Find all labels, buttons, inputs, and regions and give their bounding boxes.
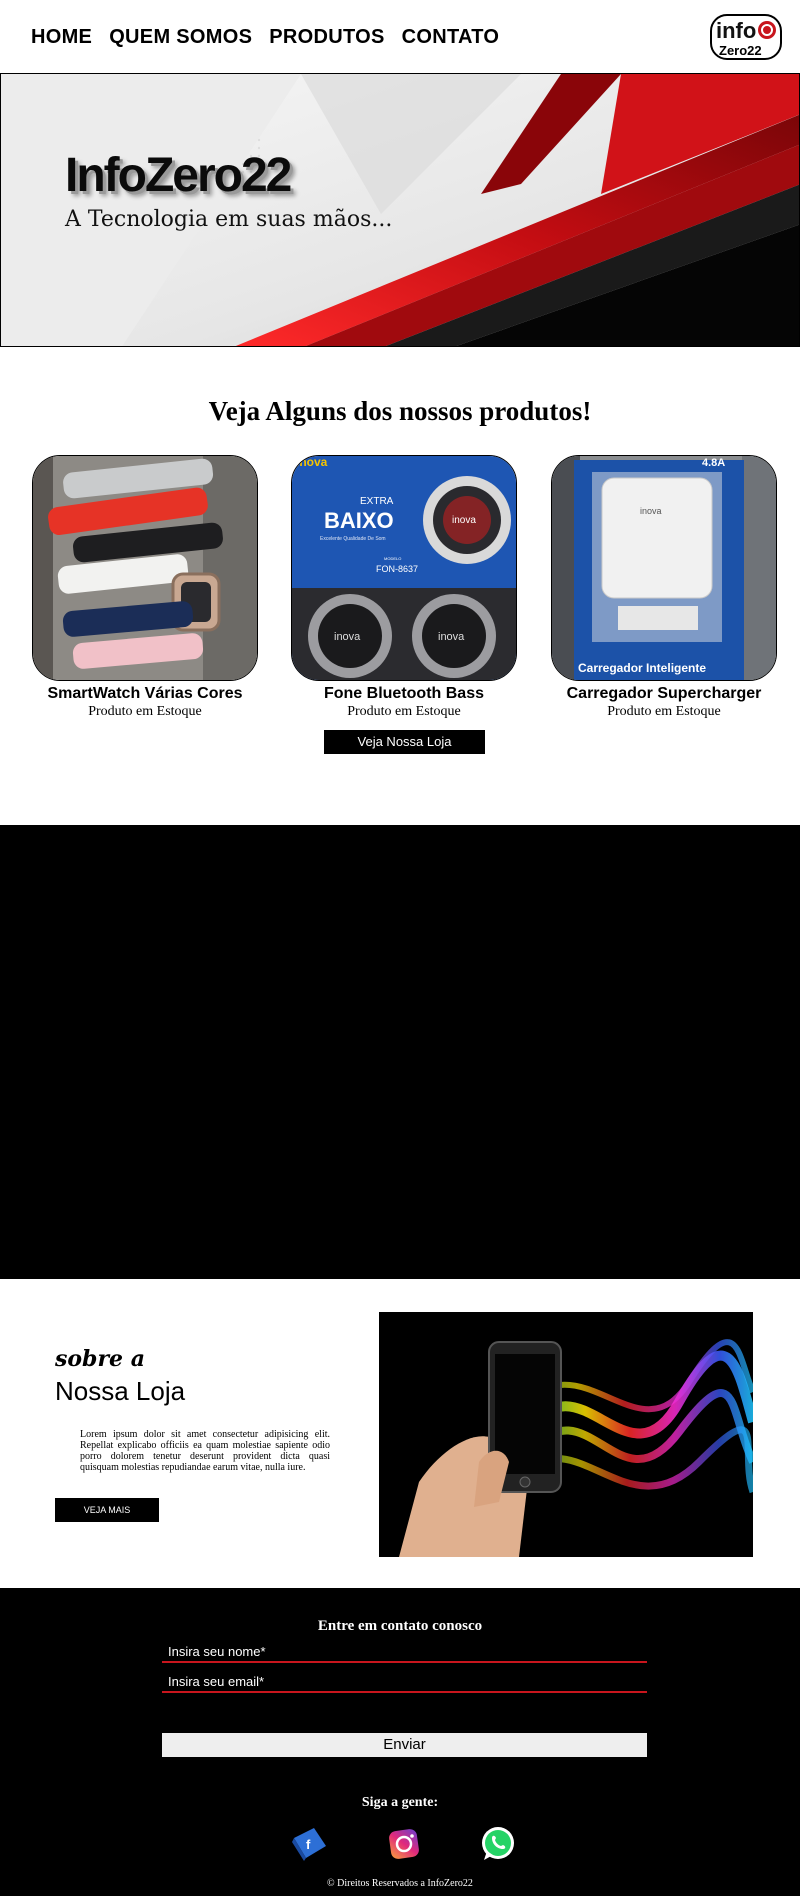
nav-item-contato[interactable]: CONTATO <box>402 26 500 49</box>
hero-subtitle: A Tecnologia em suas mãos... <box>65 207 393 232</box>
product-card-fone[interactable]: EXTRA BAIXO Excelente Qualidade De Som M… <box>291 455 517 720</box>
hero-banner: InfoZero22 A Tecnologia em suas mãos... <box>0 73 800 347</box>
logo-text-zero22: Zero22 <box>719 43 762 58</box>
product-card-smartwatch[interactable]: SmartWatch Várias Cores Produto em Estoq… <box>32 455 258 720</box>
veja-nossa-loja-button[interactable]: Veja Nossa Loja <box>324 730 485 754</box>
contact-footer: Entre em contato conosco Enviar Siga a g… <box>0 1588 800 1896</box>
nav-item-quem-somos[interactable]: QUEM SOMOS <box>109 26 252 49</box>
product-card-carregador[interactable]: 4.8A inova Carregador Inteligente Carreg… <box>551 455 777 720</box>
product-photo-smartwatch[interactable] <box>32 455 258 681</box>
email-input[interactable] <box>162 1671 647 1693</box>
photo-text-inova-2: inova <box>334 631 361 643</box>
product-photo-carregador[interactable]: 4.8A inova Carregador Inteligente <box>551 455 777 681</box>
hero-title: InfoZero22 <box>65 149 292 202</box>
about-image-hand-phone <box>379 1312 753 1557</box>
about-text: Lorem ipsum dolor sit amet consectetur a… <box>80 1429 330 1473</box>
svg-text:f: f <box>306 1837 311 1852</box>
enviar-button[interactable]: Enviar <box>162 1733 647 1757</box>
logo-text-info: info <box>716 18 756 43</box>
photo-text-quality: Excelente Qualidade De Som <box>320 536 386 542</box>
photo-text-extra: EXTRA <box>360 496 394 507</box>
veja-mais-button[interactable]: VEJA MAIS <box>55 1498 159 1522</box>
photo-text-inova-1: inova <box>452 515 476 526</box>
about-kicker: sobre a <box>55 1346 145 1372</box>
photo-text-inova: inova <box>640 506 662 516</box>
name-input[interactable] <box>162 1641 647 1663</box>
product-stock-status: Produto em Estoque <box>347 704 461 719</box>
product-stock-status: Produto em Estoque <box>88 704 202 719</box>
product-name: Carregador Supercharger <box>566 685 762 702</box>
copyright-text: © Direitos Reservados a InfoZero22 <box>327 1878 473 1889</box>
infozero22-logo[interactable]: info Zero22 <box>710 14 782 60</box>
nav-menu: HOME QUEM SOMOS PRODUTOS CONTATO <box>31 26 499 49</box>
nav-item-produtos[interactable]: PRODUTOS <box>269 26 384 49</box>
products-heading: Veja Alguns dos nossos produtos! <box>208 396 592 426</box>
product-name: Fone Bluetooth Bass <box>323 685 484 702</box>
photo-text-inova-top: inova <box>296 456 328 469</box>
nav-item-home[interactable]: HOME <box>31 26 92 49</box>
product-name: SmartWatch Várias Cores <box>47 685 243 702</box>
contact-title: Entre em contato conosco <box>317 1618 483 1634</box>
top-navbar: HOME QUEM SOMOS PRODUTOS CONTATO info Ze… <box>0 0 800 74</box>
black-banner-section <box>0 825 800 1279</box>
product-stock-status: Produto em Estoque <box>607 704 721 719</box>
facebook-icon[interactable]: f <box>290 1824 330 1864</box>
photo-text-amp: 4.8A <box>702 457 725 469</box>
photo-text-model: FON-8637 <box>376 564 418 574</box>
photo-text-inova-3: inova <box>438 631 465 643</box>
product-photo-fone[interactable]: EXTRA BAIXO Excelente Qualidade De Som M… <box>291 455 517 681</box>
about-title: Nossa Loja <box>55 1376 186 1406</box>
photo-text-model-label: MODELO <box>384 556 401 561</box>
instagram-icon[interactable] <box>384 1824 424 1864</box>
photo-text-carregador: Carregador Inteligente <box>578 661 706 675</box>
photo-text-baixo: BAIXO <box>324 508 394 533</box>
follow-label: Siga a gente: <box>361 1795 439 1810</box>
whatsapp-icon[interactable] <box>478 1824 518 1864</box>
